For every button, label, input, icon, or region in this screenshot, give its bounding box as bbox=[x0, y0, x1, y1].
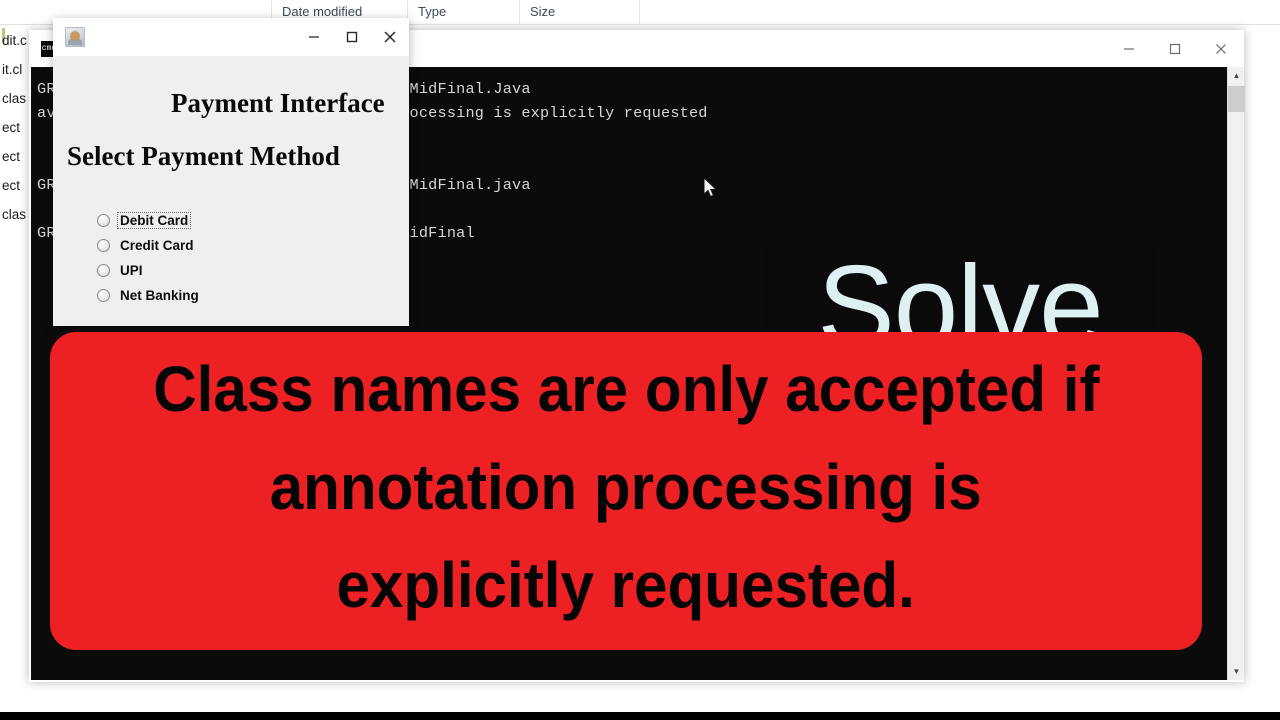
dialog-title-bar[interactable] bbox=[53, 18, 409, 56]
console-window-controls bbox=[1106, 30, 1244, 67]
frame-bottom-strip bbox=[0, 712, 1280, 720]
banner-line: explicitly requested. bbox=[336, 549, 916, 621]
radio-label: Credit Card bbox=[120, 238, 194, 253]
screenshot-root: Name Date modified Type Size dit.c it.cl… bbox=[0, 0, 1280, 720]
console-minimize-button[interactable] bbox=[1106, 30, 1152, 67]
dialog-body: Payment Interface Select Payment Method … bbox=[53, 56, 409, 326]
payment-method-radio-group: Debit Card Credit Card UPI Net Banking bbox=[97, 208, 327, 308]
section-heading: Select Payment Method bbox=[67, 141, 340, 171]
column-header-size[interactable]: Size bbox=[520, 0, 640, 24]
dialog-minimize-button[interactable] bbox=[295, 18, 333, 56]
java-duke-icon bbox=[65, 27, 85, 47]
console-scrollbar[interactable]: ▲ ▼ bbox=[1227, 67, 1245, 680]
dialog-maximize-button[interactable] bbox=[333, 18, 371, 56]
payment-interface-dialog: Payment Interface Select Payment Method … bbox=[53, 18, 409, 326]
column-header-type[interactable]: Type bbox=[408, 0, 520, 24]
radio-label: Net Banking bbox=[120, 288, 199, 303]
error-message-banner: Class names are only accepted if annotat… bbox=[50, 332, 1202, 650]
dialog-close-button[interactable] bbox=[371, 18, 409, 56]
radio-option-upi[interactable]: UPI bbox=[97, 258, 327, 283]
scrollbar-thumb[interactable] bbox=[1228, 86, 1245, 112]
banner-line: annotation processing is bbox=[270, 451, 982, 523]
page-title: Payment Interface bbox=[171, 88, 385, 118]
radio-circle-icon[interactable] bbox=[97, 289, 110, 302]
console-close-button[interactable] bbox=[1198, 30, 1244, 67]
radio-label: Debit Card bbox=[117, 212, 192, 229]
radio-circle-icon[interactable] bbox=[97, 214, 110, 227]
banner-line: Class names are only accepted if bbox=[152, 353, 1100, 425]
column-header-empty bbox=[640, 0, 1280, 24]
radio-circle-icon[interactable] bbox=[97, 239, 110, 252]
radio-label: UPI bbox=[120, 263, 143, 278]
scrollbar-up-arrow-icon[interactable]: ▲ bbox=[1228, 67, 1245, 84]
radio-option-credit-card[interactable]: Credit Card bbox=[97, 233, 327, 258]
radio-option-net-banking[interactable]: Net Banking bbox=[97, 283, 327, 308]
scrollbar-down-arrow-icon[interactable]: ▼ bbox=[1228, 663, 1245, 680]
radio-option-debit-card[interactable]: Debit Card bbox=[97, 208, 327, 233]
radio-circle-icon[interactable] bbox=[97, 264, 110, 277]
console-maximize-button[interactable] bbox=[1152, 30, 1198, 67]
